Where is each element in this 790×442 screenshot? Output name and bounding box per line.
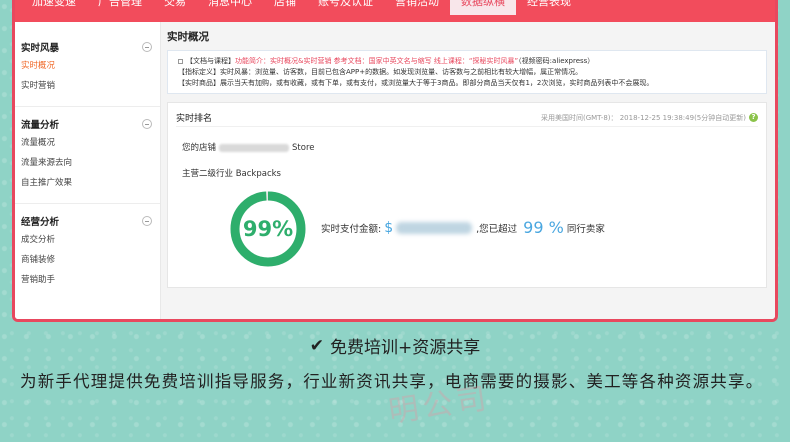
sidebar-item-realtime-marketing[interactable]: 实时营销: [15, 76, 160, 96]
stat-row: 99% 实时支付金额: $ ,您已超过 99 % 同行卖家: [176, 187, 758, 277]
notice-line: 【指标定义】实时风暴：浏览量、访客数，目前已包含APP+的数据。如发现浏览量、访…: [178, 68, 583, 76]
nav-item[interactable]: 店铺: [263, 0, 307, 9]
notice-password: （视频密码:aliexpress）: [518, 57, 595, 65]
sidebar-group-title: 经营分析: [21, 217, 60, 228]
notice-line: 【文档与课程】功能简介：实时概况&实时营销 参考文档：国家中英文名与缩写 线上课…: [178, 56, 760, 67]
promo-title-text: 免费培训+资源共享: [330, 338, 481, 358]
sidebar: 实时风暴 实时概况 实时营销 流量分析 流量概况 流量来源去向 自主推广效果 经…: [15, 22, 161, 319]
store-prefix: 您的店铺: [182, 143, 217, 153]
sidebar-item-marketing-assistant[interactable]: 营销助手: [15, 270, 160, 290]
update-time-text: 采用美国时间(GMT-8)： 2018-12-25 19:38:49(5分钟自动…: [540, 113, 746, 122]
top-navigation: 加速变速 广告管理 交易 消息中心 店铺 账号及认证 营销活动 数据纵横 经营表…: [15, 0, 775, 22]
sidebar-group-business: 经营分析 成交分析 商铺装修 营销助手: [15, 204, 160, 300]
info-icon: [178, 58, 183, 64]
sidebar-item-traffic-source[interactable]: 流量来源去向: [15, 153, 160, 173]
nav-item[interactable]: 账号及认证: [307, 0, 384, 9]
store-name-line: 您的店铺 Store: [176, 141, 758, 153]
blurred-store-name: [219, 143, 290, 152]
payment-line: 实时支付金额: $ ,您已超过 99 % 同行卖家: [321, 218, 605, 237]
panel-title: 实时排名: [176, 114, 213, 124]
sidebar-group-realtime: 实时风暴 实时概况 实时营销: [15, 30, 160, 107]
exceed-percent: 99 %: [523, 218, 564, 237]
nav-item[interactable]: 消息中心: [197, 0, 263, 9]
sidebar-item-promotion-effect[interactable]: 自主推广效果: [15, 173, 160, 193]
panel-header: 实时排名 采用美国时间(GMT-8)： 2018-12-25 19:38:49(…: [176, 109, 758, 127]
nav-item[interactable]: 营销活动: [384, 0, 450, 9]
blurred-amount: [396, 221, 473, 234]
sidebar-group-title: 实时风暴: [21, 43, 60, 54]
main-content: 实时概况 【文档与课程】功能简介：实时概况&实时营销 参考文档：国家中英文名与缩…: [161, 22, 775, 319]
sidebar-group-header[interactable]: 经营分析: [15, 212, 160, 230]
notice-box: 【文档与课程】功能简介：实时概况&实时营销 参考文档：国家中英文名与缩写 线上课…: [167, 50, 767, 94]
notice-line: 【实时商品】展示当天有加购，或有收藏，或有下单，或有支付，或浏览量大于等于3商品…: [178, 79, 654, 87]
sidebar-item-shop-decoration[interactable]: 商铺装修: [15, 250, 160, 270]
industry-line: 主营二级行业 Backpacks: [182, 169, 281, 179]
realtime-ranking-panel: 实时排名 采用美国时间(GMT-8)： 2018-12-25 19:38:49(…: [167, 102, 767, 288]
percent-label: 99%: [242, 217, 294, 241]
help-icon[interactable]: ?: [749, 113, 758, 122]
currency-symbol: $: [384, 219, 394, 236]
nav-item[interactable]: 交易: [153, 0, 197, 9]
page-title: 实时概况: [167, 31, 209, 43]
collapse-icon[interactable]: [142, 119, 152, 129]
nav-item[interactable]: 经营表现: [516, 0, 582, 9]
nav-item[interactable]: 加速变速: [21, 0, 87, 9]
update-time: 采用美国时间(GMT-8)： 2018-12-25 19:38:49(5分钟自动…: [541, 113, 758, 123]
nav-item-active[interactable]: 数据纵横: [450, 0, 516, 15]
promo-title: ✔ 免费培训+资源共享: [0, 333, 790, 359]
sidebar-group-header[interactable]: 实时风暴: [15, 38, 160, 56]
sidebar-item-realtime-overview[interactable]: 实时概况: [15, 56, 160, 76]
sidebar-group-title: 流量分析: [21, 120, 60, 131]
sidebar-group-header[interactable]: 流量分析: [15, 115, 160, 133]
pay-label: 实时支付金额:: [321, 223, 382, 235]
collapse-icon[interactable]: [142, 42, 152, 52]
store-suffix: Store: [292, 143, 315, 153]
notice-links[interactable]: 功能简介：实时概况&实时营销 参考文档：国家中英文名与缩写 线上课程：“探秘实时…: [235, 57, 518, 65]
notice-label: 【文档与课程】: [186, 57, 235, 65]
sidebar-item-traffic-overview[interactable]: 流量概况: [15, 133, 160, 153]
peer-label: 同行卖家: [566, 223, 605, 235]
sidebar-item-deal-analysis[interactable]: 成交分析: [15, 230, 160, 250]
screenshot-frame: 加速变速 广告管理 交易 消息中心 店铺 账号及认证 营销活动 数据纵横 经营表…: [12, 0, 778, 322]
nav-item[interactable]: 广告管理: [87, 0, 153, 9]
sidebar-group-traffic: 流量分析 流量概况 流量来源去向 自主推广效果: [15, 107, 160, 204]
collapse-icon[interactable]: [142, 216, 152, 226]
check-icon: ✔: [309, 335, 324, 356]
exceed-label: ,您已超过: [476, 223, 518, 235]
